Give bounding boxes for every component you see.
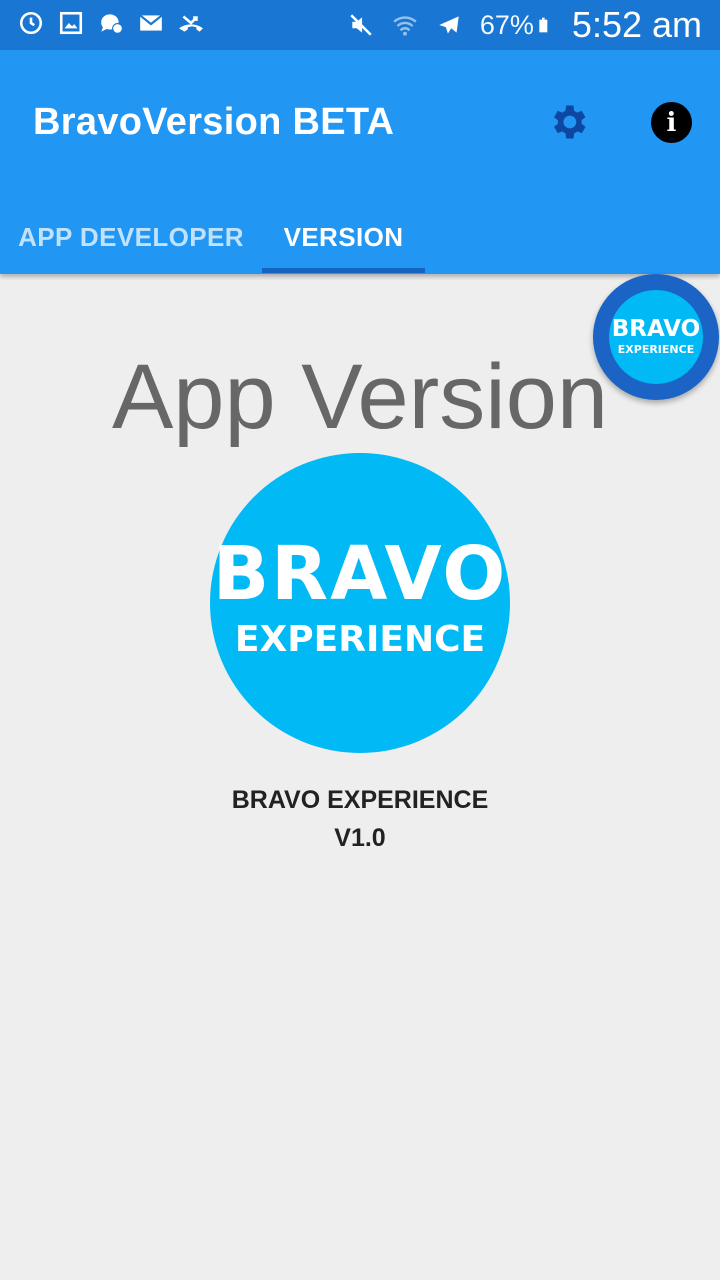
app-version: V1.0 [334,824,386,852]
app-bar: BravoVersion BETA i APP DEVELOPER VERSIO… [0,50,720,274]
floating-bubble-button[interactable]: BRAVO EXPERIENCE [593,274,719,400]
bravo-logo: BRAVO EXPERIENCE [210,453,510,753]
tab-app-developer[interactable]: APP DEVELOPER [0,200,262,274]
logo-line1: BRAVO [212,531,508,617]
app-title: BravoVersion BETA [33,101,395,143]
info-icon[interactable]: i [651,102,692,143]
mail-icon [139,14,163,31]
bubble-logo: BRAVO EXPERIENCE [609,290,703,384]
wifi-icon [393,16,417,36]
bubble-line1: BRAVO [611,316,701,342]
clock: 5:52 am [571,4,702,45]
mute-icon [350,14,372,36]
battery-icon [539,17,548,33]
tab-version[interactable]: VERSION [262,200,425,274]
gear-icon[interactable] [546,100,590,144]
tab-indicator [262,268,425,273]
status-bar: 67% 5:52 am [0,0,720,50]
app-name: BRAVO EXPERIENCE [231,786,489,814]
battery-percent: 67% [479,9,534,40]
logo-line2: EXPERIENCE [234,619,486,660]
chat-bubble-icon [101,14,123,34]
sync-icon [19,11,43,35]
missed-call-icon [179,15,203,32]
info-glyph: i [666,107,677,138]
image-icon [59,11,83,35]
notification-icons [18,10,204,36]
bubble-line2: EXPERIENCE [617,343,695,356]
system-indicators: 67% 5:52 am [348,0,702,50]
tab-bar: APP DEVELOPER VERSION [0,200,720,274]
airplane-icon [439,16,459,34]
